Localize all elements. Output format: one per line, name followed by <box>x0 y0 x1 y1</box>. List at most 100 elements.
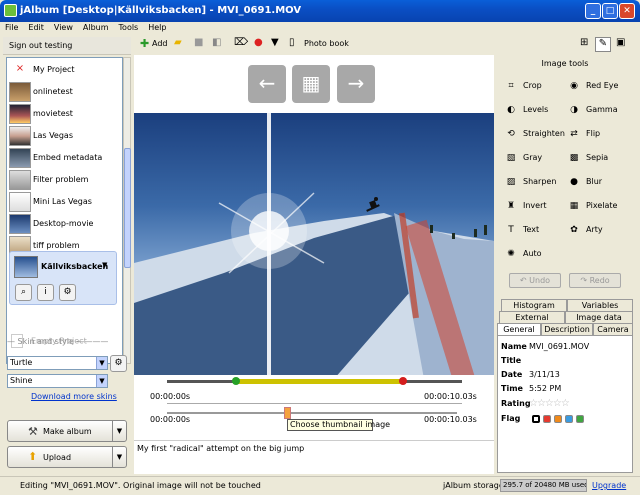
tool-invert[interactable]: ♜ Invert <box>505 201 547 211</box>
skin-select[interactable]: Turtle ▼ <box>7 356 108 370</box>
search-button[interactable]: ⌕ <box>15 284 32 301</box>
maximize-button[interactable]: □ <box>602 3 618 19</box>
settings-button[interactable]: ⚙ <box>59 284 76 301</box>
flag-swatch[interactable] <box>531 414 540 423</box>
style-select[interactable]: Shine ▼ <box>7 374 108 388</box>
rating-stars[interactable]: ☆☆☆☆☆ <box>529 398 570 409</box>
skin-section-header: — Skin and style ———— <box>7 337 109 346</box>
minimize-button[interactable]: _ <box>585 3 601 19</box>
tool-red-eye[interactable]: ◉ Red Eye <box>568 81 618 91</box>
tree-item-embed-metadata[interactable]: Embed metadata <box>9 148 121 168</box>
camera-icon[interactable]: ■ <box>194 37 203 48</box>
upgrade-link[interactable]: Upgrade <box>592 481 626 490</box>
tree-item-my-project[interactable]: × My Project <box>9 60 121 80</box>
video-frame[interactable] <box>134 113 494 379</box>
flag-swatch[interactable] <box>564 414 573 423</box>
add-button[interactable]: Add <box>152 39 168 48</box>
filter-icon[interactable]: ▼ <box>271 37 279 48</box>
pixelate-icon: ▦ <box>569 201 579 211</box>
delete-icon[interactable]: ● <box>254 37 263 48</box>
previous-button[interactable]: ← <box>248 65 286 103</box>
info-button[interactable]: i <box>37 284 54 301</box>
tab-variables[interactable]: Variables <box>567 299 633 311</box>
thumbnail-slider[interactable] <box>284 407 291 419</box>
caption-field[interactable]: My first "radical" attempt on the big ju… <box>134 440 494 474</box>
next-button[interactable]: → <box>337 65 375 103</box>
add-icon: ✚ <box>140 37 150 50</box>
tab-histogram[interactable]: Histogram <box>501 299 567 311</box>
new-folder-icon[interactable]: ▰ <box>174 37 182 48</box>
trim-end-handle[interactable] <box>399 377 407 385</box>
upload-button[interactable]: ⬆ Upload ▼ <box>7 446 127 468</box>
grid-view-icon[interactable]: ⊞ <box>580 37 588 48</box>
tool-sharpen[interactable]: ▨ Sharpen <box>505 177 557 187</box>
tree-item-movietest[interactable]: movietest <box>9 104 121 124</box>
sign-out-link[interactable]: Sign out testing <box>3 37 131 55</box>
tool-levels[interactable]: ◐ Levels <box>505 105 548 115</box>
tree-item-mini-las-vegas[interactable]: Mini Las Vegas <box>9 192 121 212</box>
photo-book-button[interactable]: Photo book <box>304 39 349 48</box>
chevron-down-icon[interactable]: ▼ <box>102 261 107 269</box>
tree-item-selected[interactable]: Källviksbacken ▼ ⌕ i ⚙ <box>9 251 117 305</box>
tree-scrollbar[interactable] <box>123 57 131 364</box>
scrollbar-thumb[interactable] <box>124 148 131 268</box>
flag-swatch[interactable] <box>575 414 584 423</box>
slideshow-icon[interactable]: ▣ <box>616 37 625 48</box>
tree-item-desktop-movie[interactable]: Desktop-movie <box>9 214 121 234</box>
tool-sepia[interactable]: ▩ Sepia <box>568 153 608 163</box>
paste-icon[interactable]: ◧ <box>212 37 221 48</box>
tool-gray[interactable]: ▧ Gray <box>505 153 542 163</box>
tool-crop[interactable]: ⌗ Crop <box>505 81 541 91</box>
time-value[interactable]: 5:52 PM <box>529 384 561 393</box>
undo-button[interactable]: ↶ Undo <box>509 273 561 288</box>
skin-header-label: Skin and style <box>17 337 74 346</box>
tool-auto[interactable]: ✺ Auto <box>505 249 541 259</box>
folder-thumbnail <box>9 192 31 212</box>
trim-start-handle[interactable] <box>232 377 240 385</box>
menu-view[interactable]: View <box>49 22 78 33</box>
tool-blur[interactable]: ● Blur <box>568 177 602 187</box>
chevron-down-icon[interactable]: ▼ <box>112 421 126 441</box>
tree-item-las-vegas[interactable]: Las Vegas <box>9 126 121 146</box>
tree-item-onlinetest[interactable]: onlinetest <box>9 82 121 102</box>
make-album-button[interactable]: ⚒ Make album ▼ <box>7 420 127 442</box>
invert-icon: ♜ <box>506 201 516 211</box>
edit-view-icon[interactable]: ✎ <box>595 37 611 52</box>
app-icon <box>4 4 17 17</box>
date-value[interactable]: 3/11/13 <box>529 370 560 379</box>
tag-icon[interactable]: ⌦ <box>234 37 248 48</box>
tab-image-data[interactable]: Image data <box>565 311 633 323</box>
folder-thumbnail <box>9 214 31 234</box>
name-value[interactable]: MVI_0691.MOV <box>529 342 589 351</box>
flag-swatch[interactable] <box>553 414 562 423</box>
left-pane: Sign out testing × My Project onlinetest… <box>3 37 131 472</box>
menu-album[interactable]: Album <box>78 22 114 33</box>
tool-straighten[interactable]: ⟲ Straighten <box>505 129 565 139</box>
tool-gamma[interactable]: ◑ Gamma <box>568 105 618 115</box>
folder-thumbnail <box>9 104 31 124</box>
flag-swatch[interactable] <box>542 414 551 423</box>
book-icon: ▯ <box>289 37 295 48</box>
tab-description[interactable]: Description <box>541 323 593 335</box>
skin-settings-button[interactable]: ⚙ <box>110 355 127 372</box>
tool-text[interactable]: T Text <box>505 225 539 235</box>
arrow-right-icon: → <box>347 71 365 95</box>
menu-tools[interactable]: Tools <box>114 22 144 33</box>
tool-arty[interactable]: ✿ Arty <box>568 225 602 235</box>
chevron-down-icon[interactable]: ▼ <box>112 447 126 467</box>
menu-edit[interactable]: Edit <box>23 22 49 33</box>
menu-help[interactable]: Help <box>143 22 171 33</box>
tree-item-label: Embed metadata <box>33 153 103 162</box>
tab-external[interactable]: External <box>499 311 565 323</box>
grid-button[interactable]: ▦ <box>292 65 330 103</box>
tool-pixelate[interactable]: ▦ Pixelate <box>568 201 618 211</box>
thumbnail-track[interactable] <box>167 412 457 414</box>
download-skins-link[interactable]: Download more skins <box>31 392 117 401</box>
menu-file[interactable]: File <box>0 22 23 33</box>
close-button[interactable]: ✕ <box>619 3 635 19</box>
redo-button[interactable]: ↷ Redo <box>569 273 621 288</box>
storage-value: 295.7 of 20480 MB used <box>503 481 587 489</box>
tool-flip[interactable]: ⇄ Flip <box>568 129 600 139</box>
tree-item-filter-problem[interactable]: Filter problem <box>9 170 121 190</box>
tab-camera[interactable]: Camera <box>593 323 633 335</box>
